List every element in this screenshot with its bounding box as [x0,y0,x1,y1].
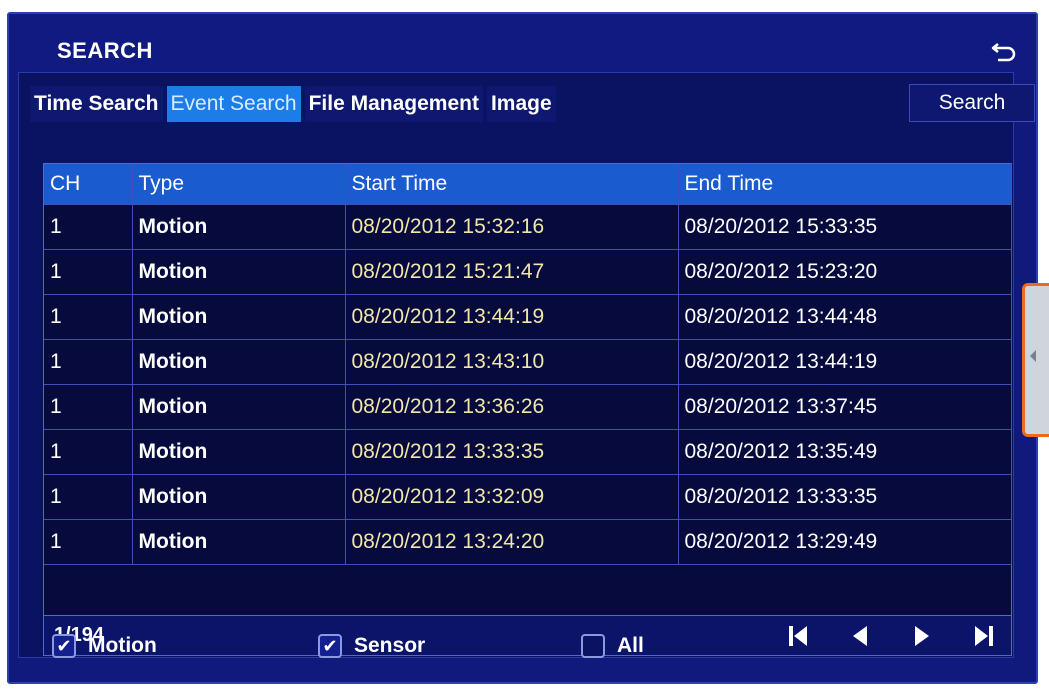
cell-end-time: 08/20/2012 15:33:35 [678,204,1012,250]
side-panel-handle-icon [1030,350,1036,362]
cell-start-time: 08/20/2012 13:33:35 [345,429,679,475]
pagination-bar: 1/194 [43,616,1012,656]
event-table: CH Type Start Time End Time 1 Motion 08/… [44,164,1012,565]
cell-type: Motion [132,339,346,385]
checkmark-icon[interactable]: ✔ [52,634,76,658]
table-row[interactable]: 1 Motion 08/20/2012 13:32:09 08/20/2012 … [44,474,1012,520]
cell-type: Motion [132,249,346,295]
filter-all[interactable]: All [581,632,644,660]
column-header-start-time: Start Time [345,164,679,205]
cell-start-time: 08/20/2012 13:32:09 [345,474,679,520]
cell-start-time: 08/20/2012 13:43:10 [345,339,679,385]
first-page-icon[interactable] [787,622,809,650]
table-row[interactable]: 1 Motion 08/20/2012 13:24:20 08/20/2012 … [44,519,1012,565]
tab-file-management[interactable]: File Management [304,86,483,122]
cell-type: Motion [132,474,346,520]
cell-end-time: 08/20/2012 13:35:49 [678,429,1012,475]
cell-start-time: 08/20/2012 13:44:19 [345,294,679,340]
title-bar: SEARCH [9,14,1036,80]
cell-type: Motion [132,294,346,340]
cell-end-time: 08/20/2012 13:44:19 [678,339,1012,385]
table-row[interactable]: 1 Motion 08/20/2012 13:43:10 08/20/2012 … [44,339,1012,385]
cell-end-time: 08/20/2012 13:44:48 [678,294,1012,340]
table-row[interactable]: 1 Motion 08/20/2012 13:36:26 08/20/2012 … [44,384,1012,430]
cell-type: Motion [132,519,346,565]
tab-event-search[interactable]: Event Search [166,86,301,122]
cell-ch: 1 [44,519,133,565]
cell-ch: 1 [44,249,133,295]
table-row[interactable]: 1 Motion 08/20/2012 13:33:35 08/20/2012 … [44,429,1012,475]
last-page-icon[interactable] [973,622,995,650]
cell-end-time: 08/20/2012 13:33:35 [678,474,1012,520]
table-row[interactable]: 1 Motion 08/20/2012 13:44:19 08/20/2012 … [44,294,1012,340]
next-page-icon[interactable] [911,622,933,650]
cell-end-time: 08/20/2012 15:23:20 [678,249,1012,295]
tab-image[interactable]: Image [486,86,556,122]
cell-ch: 1 [44,294,133,340]
cell-ch: 1 [44,474,133,520]
side-panel-handle[interactable] [1022,283,1049,437]
prev-page-icon[interactable] [849,622,871,650]
cell-ch: 1 [44,384,133,430]
back-arrow-icon[interactable] [990,40,1018,64]
table-row[interactable]: 1 Motion 08/20/2012 15:32:16 08/20/2012 … [44,204,1012,250]
pager-controls [787,622,995,650]
filter-sensor-label: Sensor [354,634,426,657]
cell-type: Motion [132,429,346,475]
event-table-container: CH Type Start Time End Time 1 Motion 08/… [43,163,1012,616]
cell-type: Motion [132,384,346,430]
cell-start-time: 08/20/2012 15:32:16 [345,204,679,250]
checkbox-unchecked-icon[interactable] [581,634,605,658]
cell-ch: 1 [44,429,133,475]
checkmark-icon[interactable]: ✔ [318,634,342,658]
search-button[interactable]: Search [909,84,1035,122]
cell-start-time: 08/20/2012 15:21:47 [345,249,679,295]
filter-all-label: All [617,634,644,657]
filter-sensor[interactable]: ✔ Sensor [318,632,425,660]
cell-end-time: 08/20/2012 13:37:45 [678,384,1012,430]
column-header-end-time: End Time [678,164,1012,205]
cell-start-time: 08/20/2012 13:36:26 [345,384,679,430]
window-title: SEARCH [57,38,153,63]
cell-start-time: 08/20/2012 13:24:20 [345,519,679,565]
column-header-type: Type [132,164,346,205]
table-header-row: CH Type Start Time End Time [44,164,1012,205]
search-tabs: Time Search Event Search File Management… [30,86,556,122]
tab-time-search[interactable]: Time Search [30,86,163,122]
filter-motion[interactable]: ✔ Motion [52,632,157,660]
cell-type: Motion [132,204,346,250]
filter-motion-label: Motion [88,634,157,657]
cell-ch: 1 [44,339,133,385]
cell-end-time: 08/20/2012 13:29:49 [678,519,1012,565]
cell-ch: 1 [44,204,133,250]
table-row[interactable]: 1 Motion 08/20/2012 15:21:47 08/20/2012 … [44,249,1012,295]
column-header-ch: CH [44,164,133,205]
